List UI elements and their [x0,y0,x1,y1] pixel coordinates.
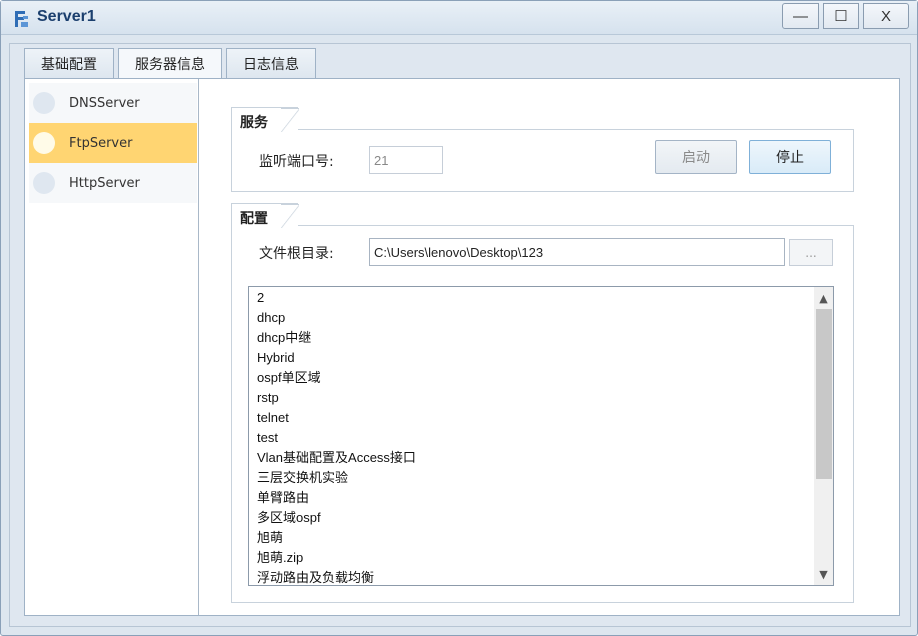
service-group-title: 服务 [231,107,299,132]
file-list-item[interactable]: Hybrid [257,348,295,368]
stop-button[interactable]: 停止 [749,140,831,174]
file-list-item[interactable]: 单臂路由 [257,488,309,508]
window-title: Server1 [37,8,96,25]
browse-button[interactable]: ... [789,239,833,266]
port-field[interactable]: 21 [369,146,443,174]
server-item-ftp[interactable]: FtpServer [29,123,197,163]
file-list-item[interactable]: Vlan基础配置及Access接口 [257,448,416,468]
tab-bar: 基础配置 服务器信息 日志信息 [24,48,320,79]
server-item-label: HttpServer [69,175,140,191]
file-list-item[interactable]: test [257,428,278,448]
tab-basic-config[interactable]: 基础配置 [24,48,114,79]
server-icon [15,11,28,27]
tab-log-info[interactable]: 日志信息 [226,48,316,79]
port-label: 监听端口号: [259,154,334,170]
scroll-thumb[interactable] [816,309,832,479]
tab-server-info[interactable]: 服务器信息 [118,48,222,79]
server-item-http[interactable]: HttpServer [29,163,197,203]
server-item-label: FtpServer [69,135,133,151]
maximize-button[interactable]: ☐ [823,3,859,29]
file-list-scrollbar[interactable]: ▲ ▼ [814,287,833,585]
file-list-item[interactable]: telnet [257,408,289,428]
scroll-up-icon[interactable]: ▲ [814,289,833,307]
file-list-item[interactable]: dhcp中继 [257,328,311,348]
status-dot-icon [33,92,55,114]
status-dot-icon [33,172,55,194]
server-list: DNSServer FtpServer HttpServer [27,79,199,615]
file-list[interactable]: 2 dhcp dhcp中继 Hybrid ospf单区域 rstp telnet… [248,286,834,586]
start-button[interactable]: 启动 [655,140,737,174]
file-list-item[interactable]: 浮动路由及负载均衡 [257,568,374,585]
file-list-item[interactable]: 2 [257,288,264,308]
file-list-item[interactable]: rstp [257,388,279,408]
tab-content: DNSServer FtpServer HttpServer 服务 监听端口号:… [24,78,900,616]
close-button[interactable]: X [863,3,909,29]
title-bar[interactable]: Server1 — ☐ X [1,1,917,35]
status-dot-icon [33,132,55,154]
server-item-dns[interactable]: DNSServer [29,83,197,123]
config-group-title: 配置 [231,203,299,228]
file-list-item[interactable]: ospf单区域 [257,368,321,388]
root-dir-label: 文件根目录: [259,246,334,262]
file-list-item[interactable]: 旭萌.zip [257,548,303,568]
scroll-down-icon[interactable]: ▼ [814,565,833,583]
file-list-item[interactable]: 多区域ospf [257,508,321,528]
file-list-item[interactable]: 三层交换机实验 [257,468,348,488]
main-panel: 基础配置 服务器信息 日志信息 DNSServer FtpServer Http… [9,43,911,627]
file-list-item[interactable]: 旭萌 [257,528,283,548]
server1-window: Server1 — ☐ X 基础配置 服务器信息 日志信息 DNSServer … [0,0,918,636]
file-list-item[interactable]: dhcp [257,308,285,328]
server-item-label: DNSServer [69,95,140,111]
minimize-button[interactable]: — [782,3,819,29]
root-dir-field[interactable]: C:\Users\lenovo\Desktop\123 [369,238,785,266]
